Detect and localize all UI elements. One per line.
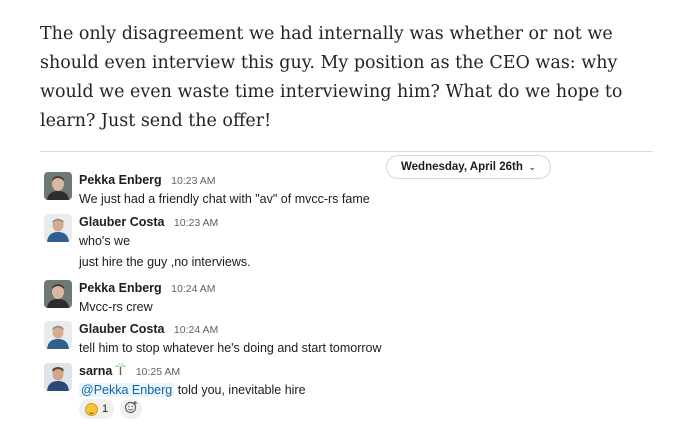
- avatar[interactable]: [44, 172, 72, 200]
- timestamp[interactable]: 10:23 AM: [174, 217, 218, 229]
- avatar[interactable]: [44, 280, 72, 308]
- add-reaction-icon: [124, 400, 138, 419]
- author-name[interactable]: Glauber Costa: [79, 215, 164, 229]
- message-text-body: told you, inevitable hire: [174, 383, 306, 397]
- user-mention[interactable]: @Pekka Enberg: [79, 383, 175, 397]
- timestamp[interactable]: 10:24 AM: [174, 324, 218, 336]
- reactions-bar: 1: [79, 399, 143, 419]
- author-name[interactable]: Pekka Enberg: [79, 281, 162, 295]
- timestamp[interactable]: 10:25 AM: [136, 366, 180, 378]
- reaction-pill[interactable]: 1: [79, 399, 115, 419]
- message-text: who's we: [79, 234, 131, 248]
- add-reaction-button[interactable]: [120, 399, 143, 419]
- message-text: tell him to stop whatever he's doing and…: [79, 341, 382, 355]
- timestamp[interactable]: 10:23 AM: [171, 175, 215, 187]
- timestamp[interactable]: 10:24 AM: [171, 283, 215, 295]
- author-name[interactable]: Pekka Enberg: [79, 173, 162, 187]
- grinning-face-icon: [85, 402, 98, 416]
- avatar[interactable]: [44, 363, 72, 391]
- author-name[interactable]: sarna: [79, 364, 112, 378]
- message-text: @Pekka Enberg told you, inevitable hire: [79, 381, 639, 399]
- date-divider-line: [40, 151, 653, 152]
- reaction-count: 1: [102, 403, 109, 415]
- author-name[interactable]: Glauber Costa: [79, 322, 164, 336]
- message-text: We just had a friendly chat with "av" of…: [79, 192, 370, 206]
- palm-tree-icon: [115, 363, 127, 379]
- chevron-down-icon: ⌄: [528, 162, 536, 172]
- message-text: Mvcc-rs crew: [79, 300, 153, 314]
- avatar[interactable]: [44, 321, 72, 349]
- avatar[interactable]: [44, 214, 72, 242]
- message-text: just hire the guy ,no interviews.: [79, 255, 251, 269]
- article-paragraph: The only disagreement we had internally …: [40, 24, 623, 131]
